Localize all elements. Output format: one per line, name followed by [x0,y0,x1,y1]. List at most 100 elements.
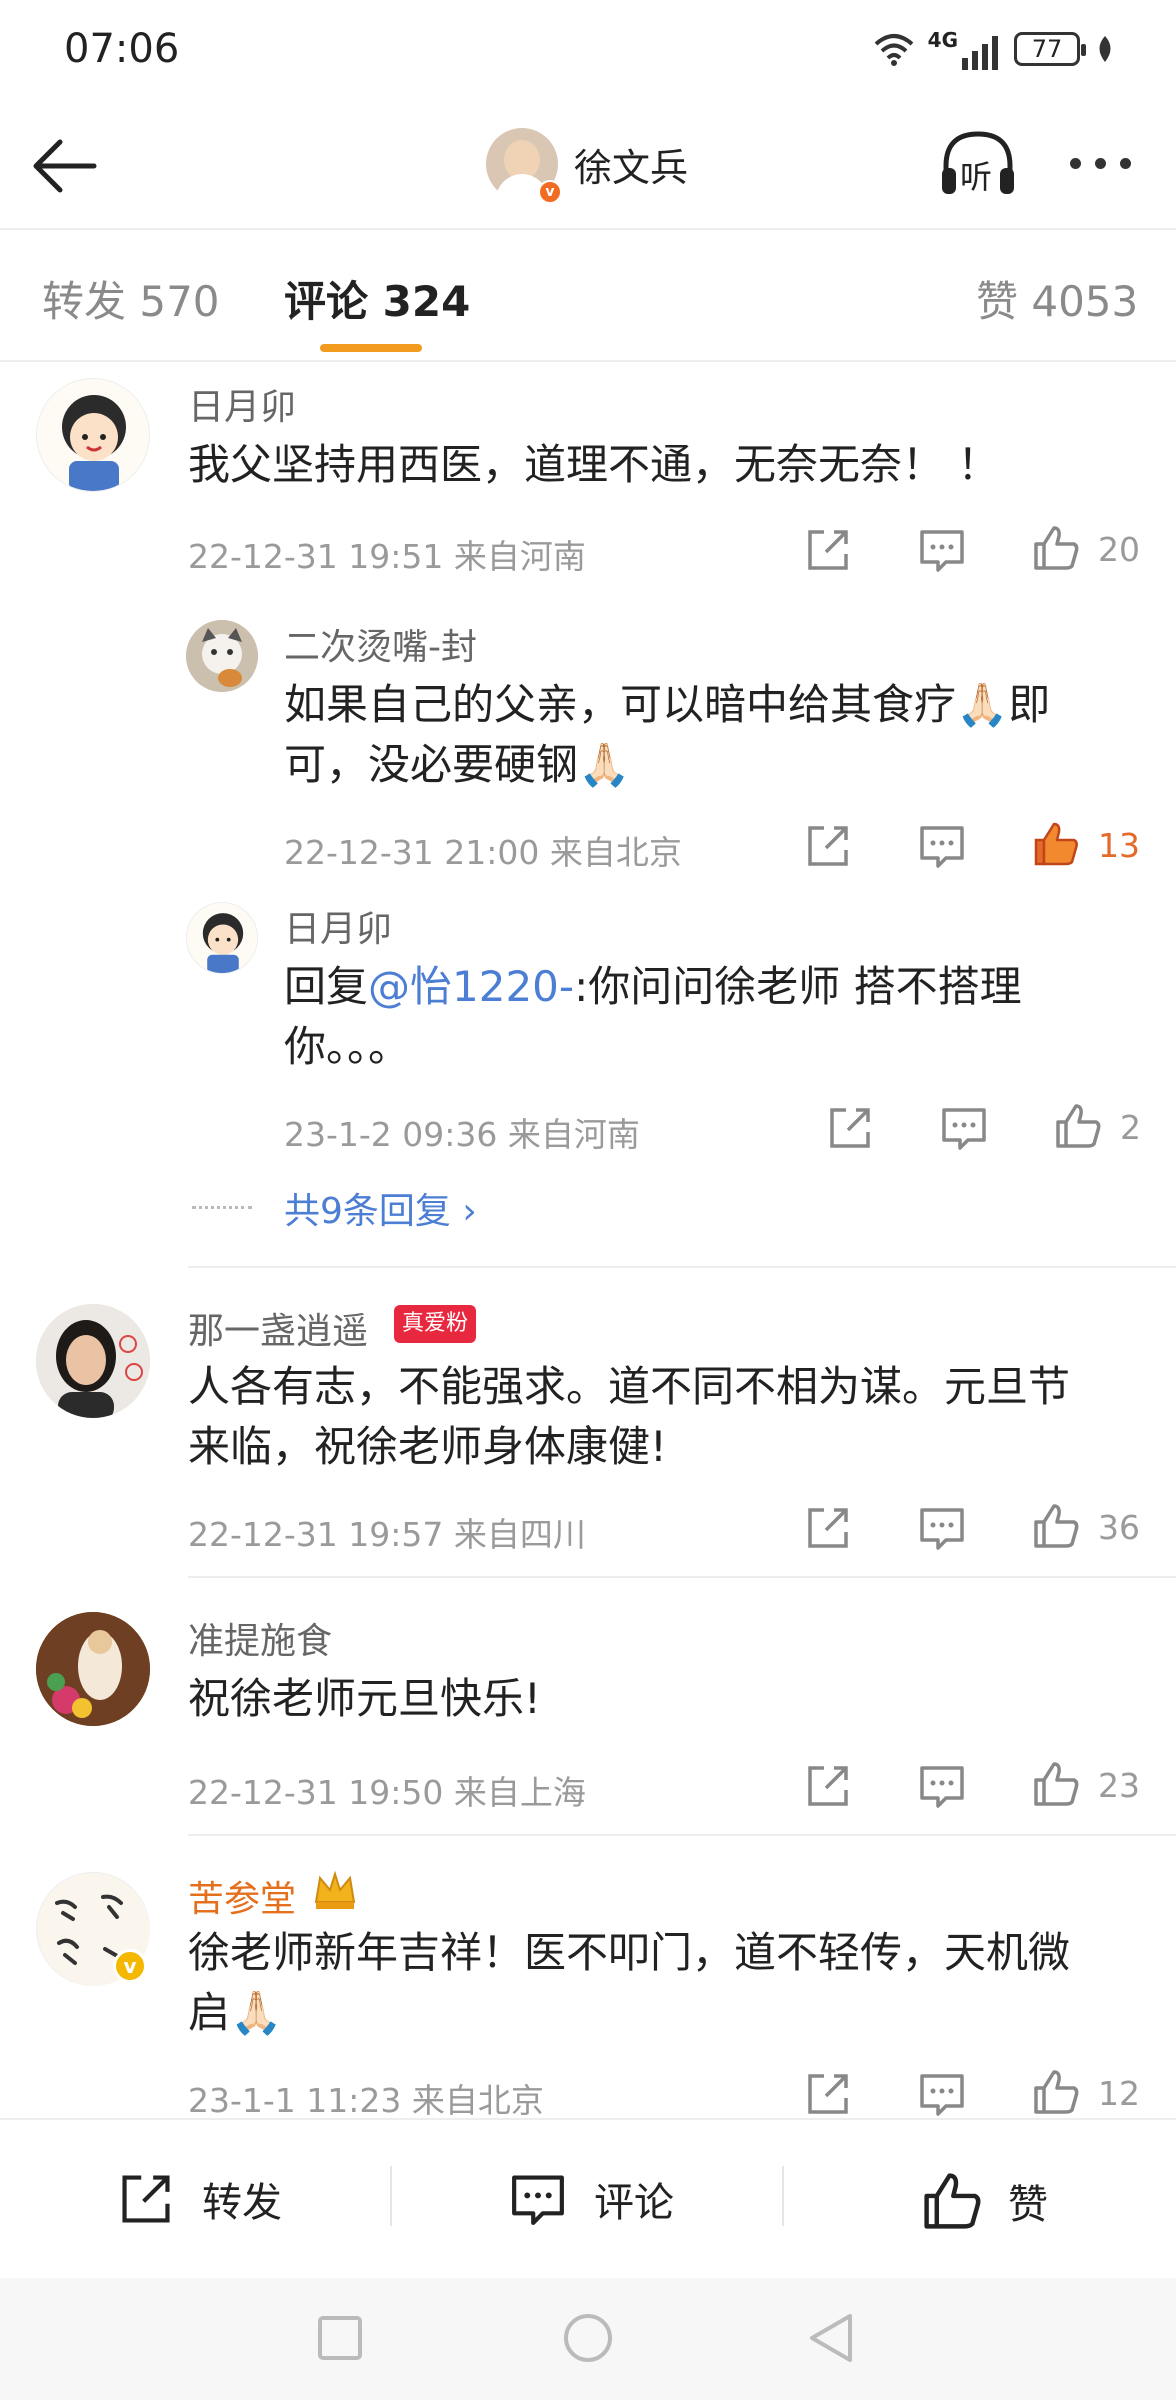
cat-photo-avatar [186,620,258,692]
comment-author[interactable]: 准提施食 [188,1612,332,1664]
like-count: 13 [1098,826,1140,865]
thumbs-up-icon[interactable] [1052,1100,1104,1152]
repost-icon[interactable] [824,1102,876,1154]
tab-likes[interactable]: 赞 4053 [976,268,1138,329]
reply-meta: 22-12-31 21:00 来自北京 [284,833,682,872]
thumbs-up-icon[interactable] [1030,522,1082,574]
reply-author[interactable]: 日月卯 [284,900,392,952]
ellipsis-icon[interactable] [1070,148,1150,178]
avatar[interactable] [186,902,258,974]
leaf-icon [1099,36,1111,62]
more-replies-link[interactable]: 共9条回复 › [284,1182,477,1234]
comment-text: 我父坚持用西医，道理不通，无奈无奈！ ！ [188,440,1000,489]
status-bar: 07:06 4G 77 [0,0,1176,100]
divider [188,1576,1176,1578]
system-nav-bar [0,2278,1176,2400]
tab-repost[interactable]: 转发 570 [42,268,220,329]
comment-icon[interactable] [916,1502,968,1554]
wifi-icon [874,34,913,66]
comment-text: 祝徐老师元旦快乐! [188,1674,541,1723]
verified-badge-icon: v [538,180,562,204]
reply-text: :你问问徐老师 搭不搭理 [574,962,1022,1011]
verified-yellow-badge-icon: v [113,1949,147,1983]
back-nav-icon[interactable] [806,2312,856,2364]
status-icons: 4G 77 [874,28,1116,70]
comment-icon[interactable] [916,524,968,576]
thumbs-up-icon[interactable] [1030,1758,1082,1810]
home-icon[interactable] [562,2312,614,2364]
repost-icon[interactable] [802,1502,854,1554]
reply-text-line2: 可，没必要硬钢🙏🏻 [284,740,631,789]
divider [188,1834,1176,1836]
divider [390,2166,392,2226]
reply-text-line1: 如果自己的父亲，可以暗中给其食疗🙏🏻即 [284,680,1051,729]
divider [782,2166,784,2226]
profile-title[interactable]: v 徐文兵 [486,128,688,204]
reply-author[interactable]: 二次烫嘴-封 [284,618,477,670]
signal-icon [962,36,998,70]
like-button[interactable]: 赞 [918,2168,1048,2234]
comment-text-line1: 徐老师新年吉祥！医不叩门，道不轻传，天机微 [188,1928,1071,1977]
comment-icon [512,2175,564,2225]
thumbs-up-icon [924,2173,981,2229]
thumbs-up-icon[interactable] [1030,1500,1082,1552]
repost-icon[interactable] [802,1760,854,1812]
repost-icon[interactable] [802,524,854,576]
bottom-action-bar: 转发 评论 赞 [0,2118,1176,2278]
like-label: 赞 [1008,2182,1048,2228]
repost-label: 转发 [202,2180,282,2226]
page-title[interactable]: 徐文兵 [574,137,688,192]
comment-icon[interactable] [916,1760,968,1812]
comment-icon[interactable] [938,1102,990,1154]
thumbs-up-liked-icon[interactable] [1030,818,1082,870]
comment-text-line2: 来临，祝徐老师身体康健! [188,1422,667,1471]
woman-photo-avatar [36,1304,150,1418]
repost-icon[interactable] [802,820,854,872]
dotted-leader [192,1206,252,1209]
comment-text-line2: 启🙏🏻 [188,1988,283,2037]
recent-apps-icon[interactable] [316,2314,364,2362]
comment-label: 评论 [594,2180,674,2226]
comment-meta: 22-12-31 19:50 来自上海 [188,1773,586,1812]
avatar[interactable] [36,378,150,492]
thumbs-up-icon[interactable] [1030,2066,1082,2118]
repost-button[interactable]: 转发 [112,2168,282,2230]
avatar[interactable] [36,1612,150,1726]
avatar[interactable]: v [486,128,562,204]
crown-icon [314,1870,356,1909]
like-count: 12 [1098,2074,1140,2113]
comment-author[interactable]: 日月卯 [188,378,296,430]
avatar[interactable]: v [36,1872,150,1986]
tab-bar: 转发 570 评论 324 赞 4053 [0,232,1176,362]
comment-icon[interactable] [916,2068,968,2120]
comment-icon[interactable] [916,820,968,872]
repost-icon[interactable] [802,2068,854,2120]
reply-text-line2: 你。。。 [284,1022,411,1071]
avatar[interactable] [36,1304,150,1418]
statue-photo-avatar [36,1612,150,1726]
comment-author[interactable]: 那一盏逍遥 [188,1302,368,1354]
cartoon-girl-avatar [62,395,126,491]
divider [188,1266,1176,1268]
like-count: 36 [1098,1508,1140,1547]
fan-badge: 真爱粉 [394,1305,477,1343]
arrow-left-icon[interactable] [30,130,102,202]
comment-meta: 23-1-1 11:23 来自北京 [188,2081,544,2120]
cartoon-girl-avatar [202,913,244,973]
listen-button[interactable]: 听 [938,128,1018,200]
like-count: 23 [1098,1766,1140,1805]
status-time: 07:06 [64,26,180,72]
tab-active-indicator [320,344,422,352]
reply-prefix: 回复 [284,962,369,1011]
battery-icon: 77 [1014,32,1086,66]
reply-meta: 23-1-2 09:36 来自河南 [284,1115,640,1154]
comment-button[interactable]: 评论 [504,2168,674,2230]
tab-comments[interactable]: 评论 324 [284,268,470,329]
avatar[interactable] [186,620,258,692]
mention-link[interactable]: @怡1220- [368,962,574,1011]
like-count: 2 [1120,1108,1141,1147]
network-type: 4G [928,28,1000,70]
listen-label: 听 [960,158,993,196]
comment-text-line1: 人各有志，不能强求。道不同不相为谋。元旦节 [188,1362,1071,1411]
comment-author[interactable]: 苦参堂 [188,1870,296,1922]
